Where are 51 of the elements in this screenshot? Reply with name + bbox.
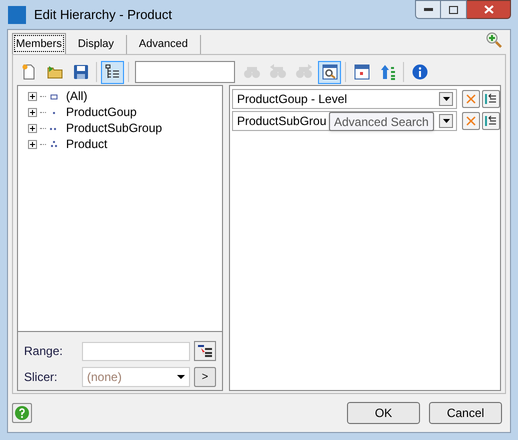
dialog-button[interactable]: OK — [347, 402, 420, 424]
minimize-button[interactable] — [415, 0, 441, 19]
open-folder-icon — [46, 64, 62, 80]
tab[interactable]: Members — [12, 33, 66, 54]
search-field[interactable] — [135, 61, 235, 83]
level-options-button[interactable] — [482, 112, 500, 130]
new-file-icon — [20, 64, 36, 80]
info-icon — [412, 64, 428, 80]
range-field[interactable] — [82, 342, 190, 360]
app-logo-icon — [8, 6, 26, 24]
search-icon — [322, 64, 338, 80]
close-icon — [484, 5, 494, 14]
dropdown-arrow-icon — [177, 375, 185, 379]
level-icon — [49, 140, 59, 148]
maximize-button[interactable] — [441, 0, 467, 19]
slicer-dropdown[interactable]: (none) — [82, 367, 190, 387]
tree-item[interactable]: Product — [66, 135, 108, 153]
level-dropdown[interactable]: ProductGoup - Level — [232, 89, 457, 109]
expand-toggle[interactable] — [28, 108, 37, 116]
tree-item[interactable]: (All) — [66, 87, 88, 105]
window-title: Edit Hierarchy - Product — [34, 6, 172, 24]
close-icon — [466, 94, 476, 104]
tooltip: Advanced Search — [329, 112, 434, 131]
expand-toggle[interactable] — [28, 140, 37, 148]
tree-list-icon — [104, 64, 120, 80]
help-button[interactable] — [12, 403, 32, 423]
tree-item[interactable]: ProductGoup — [66, 103, 137, 121]
range-picker-button[interactable] — [194, 341, 216, 361]
calendar-icon — [354, 64, 370, 80]
binoculars-icon — [242, 64, 260, 80]
help-icon — [15, 406, 29, 420]
tree-item[interactable]: ProductSubGroup — [66, 119, 162, 137]
toolbar-button[interactable] — [101, 60, 124, 84]
toolbar-button[interactable] — [318, 60, 341, 84]
slicer-label: Slicer: — [24, 369, 58, 386]
zoom-in-icon[interactable] — [486, 32, 502, 48]
close-icon — [466, 116, 476, 126]
expand-toggle[interactable] — [28, 124, 37, 132]
range-label: Range: — [24, 343, 64, 360]
level-options-button[interactable] — [482, 90, 500, 108]
table-select-icon — [198, 345, 212, 357]
close-button[interactable] — [467, 0, 511, 19]
binoculars-icon — [294, 64, 312, 80]
dialog-button[interactable]: Cancel — [429, 402, 502, 424]
binoculars-icon — [268, 64, 286, 80]
expand-toggle[interactable] — [28, 92, 37, 100]
save-icon — [72, 64, 88, 80]
sort-arrow-icon — [380, 64, 396, 80]
slicer-apply-button[interactable]: > — [194, 367, 216, 387]
minimize-icon — [424, 8, 432, 11]
maximize-icon — [449, 6, 458, 14]
